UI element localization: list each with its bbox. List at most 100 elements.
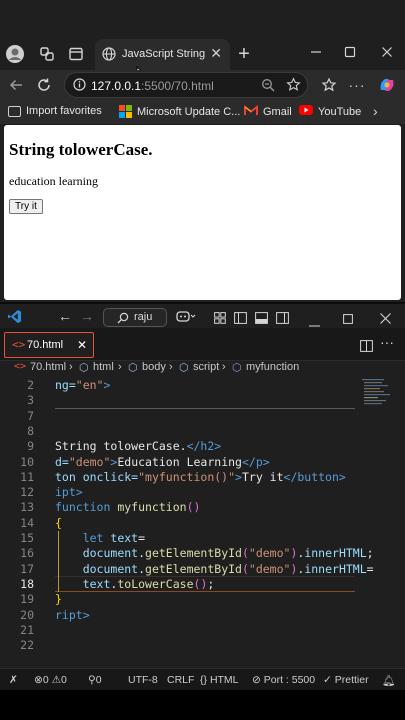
no-entry-icon: ⊘	[252, 674, 261, 686]
editor-tab-70-html[interactable]: <> 70.html ✕	[4, 332, 94, 358]
breadcrumb-item-html[interactable]: html	[93, 361, 114, 373]
code-line[interactable]: d="demo">Education Learning</p>	[55, 455, 270, 469]
profile-avatar-icon[interactable]	[3, 42, 27, 66]
code-token: =	[366, 561, 374, 576]
language-indicator[interactable]: {} HTML	[200, 674, 239, 686]
code-token: getElementById	[145, 546, 242, 561]
bookmarks-overflow-chevron-icon[interactable]: ›	[373, 103, 378, 119]
workspaces-icon[interactable]	[35, 42, 59, 66]
browser-window: JavaScript String M ✕ + ··· 127.0.0.1:	[0, 0, 405, 302]
command-center-search[interactable]: raju	[103, 308, 167, 327]
code-line[interactable]: text.toLowerCase();	[55, 576, 215, 591]
ports-indicator[interactable]: ⚲0	[88, 674, 102, 686]
copilot-icon[interactable]	[176, 309, 196, 328]
code-line[interactable]: let text=	[55, 531, 145, 545]
nav-back-icon[interactable]: ←	[58, 308, 72, 324]
code-token: (	[241, 561, 249, 576]
nav-forward-icon[interactable]: →	[80, 308, 94, 324]
maximize-icon[interactable]	[338, 40, 362, 64]
code-token: =	[138, 531, 146, 545]
code-token: text	[110, 531, 139, 545]
split-editor-icon[interactable]	[360, 339, 373, 357]
address-bar[interactable]: 127.0.0.1:5500/70.html	[64, 72, 308, 98]
toggle-secondary-sidebar-icon[interactable]	[276, 311, 289, 329]
line-number: 20	[20, 607, 34, 622]
editor-more-actions-icon[interactable]: ···	[380, 334, 394, 350]
zoom-icon[interactable]	[261, 78, 275, 95]
minimize-icon[interactable]	[304, 40, 328, 64]
line-number: 17	[20, 561, 34, 576]
line-number: 13	[20, 500, 34, 515]
tab-close-icon[interactable]: ✕	[210, 45, 222, 62]
line-number: 10	[20, 454, 34, 469]
code-token: ng=	[55, 378, 76, 392]
code-line[interactable]: ton onclick="myfunction()">Try it</butto…	[55, 470, 346, 484]
copilot-icon[interactable]	[375, 73, 399, 97]
new-tab-icon[interactable]: +	[232, 42, 256, 66]
toggle-primary-sidebar-icon[interactable]	[234, 311, 247, 329]
bookmark-gmail[interactable]: Gmail	[244, 105, 292, 119]
vscode-maximize-icon[interactable]	[343, 311, 353, 329]
notifications-bell-icon[interactable]: 🔔︎	[382, 674, 395, 687]
code-line[interactable]: ng="en">	[55, 378, 110, 392]
refresh-icon[interactable]	[32, 73, 56, 97]
code-line[interactable]: ript>	[55, 608, 90, 622]
bookmark-microsoft-update[interactable]: Microsoft Update C...	[119, 105, 240, 118]
back-arrow-icon[interactable]	[4, 73, 28, 97]
editor-tab-bar: <> 70.html ✕ ···	[0, 328, 405, 361]
code-token: ipt>	[55, 485, 83, 500]
code-line[interactable]: function myfunction()	[55, 500, 200, 514]
code-token: ;	[207, 576, 215, 591]
line-number: 7	[27, 408, 34, 423]
eol-indicator[interactable]: CRLF	[167, 674, 194, 686]
code-line[interactable]: document.getElementById("demo").innerHTM…	[55, 562, 374, 576]
editor-tab-close-icon[interactable]: ✕	[77, 338, 87, 352]
screen-bottom	[0, 690, 405, 720]
code-line[interactable]: {	[55, 516, 62, 530]
error-icon: ⊗	[34, 674, 43, 686]
breadcrumb-item-file[interactable]: 70.html	[30, 361, 66, 373]
code-line[interactable]: document.getElementById("demo").innerHTM…	[55, 546, 374, 560]
code-line[interactable]: ipt>	[55, 485, 83, 499]
vscode-logo-icon	[7, 309, 22, 329]
extensions-icon[interactable]	[317, 73, 341, 97]
customize-layout-icon[interactable]	[214, 311, 226, 329]
broadcast-icon: ⚲	[88, 674, 96, 686]
code-editor[interactable]: 2 ng="en"> 3 7 8 9 String tolowerCase.</h2> 10 d…	[0, 375, 405, 668]
breadcrumb-item-script[interactable]: script	[193, 361, 219, 373]
code-token: }	[55, 592, 62, 607]
code-token: String tolowerCase.	[55, 439, 187, 454]
microsoft-logo-icon	[119, 105, 132, 118]
prettier-indicator[interactable]: ✓ Prettier	[323, 674, 369, 686]
more-menu-icon[interactable]: ···	[345, 73, 369, 97]
problems-indicator[interactable]: ⊗0 ⚠0	[34, 674, 67, 686]
bookmark-import-favorites[interactable]: Import favorites	[8, 105, 102, 117]
browser-tab-active[interactable]: JavaScript String M ✕	[95, 39, 230, 70]
breadcrumb-item-body[interactable]: body	[142, 361, 166, 373]
page-heading: String tolowerCase.	[9, 140, 153, 159]
code-token: "en"	[75, 378, 104, 392]
code-line[interactable]: String tolowerCase.</h2>	[55, 439, 221, 453]
bookmark-youtube[interactable]: YouTube	[299, 105, 361, 118]
favorite-star-icon[interactable]	[286, 77, 301, 95]
code-line[interactable]: }	[55, 592, 62, 606]
code-token: Try it	[241, 469, 284, 484]
encoding-indicator[interactable]: UTF-8	[128, 674, 158, 686]
code-token: innerHTML	[304, 561, 367, 576]
vscode-close-icon[interactable]	[380, 311, 391, 329]
code-token: let	[82, 531, 111, 545]
remote-indicator-icon[interactable]: ✗	[9, 674, 18, 686]
tab-actions-icon[interactable]	[64, 42, 88, 66]
site-info-icon[interactable]	[73, 78, 86, 94]
window-close-icon[interactable]	[375, 40, 399, 64]
try-it-button[interactable]: Try it	[9, 199, 43, 214]
live-server-port[interactable]: ⊘ Port : 5500	[252, 674, 315, 686]
minimap[interactable]	[362, 377, 392, 417]
code-token: toLowerCase	[117, 576, 194, 591]
code-token: </h2>	[186, 439, 222, 454]
toggle-panel-icon[interactable]	[255, 311, 268, 329]
breadcrumb-item-function[interactable]: myfunction	[246, 361, 299, 373]
line-number: 19	[20, 592, 34, 607]
